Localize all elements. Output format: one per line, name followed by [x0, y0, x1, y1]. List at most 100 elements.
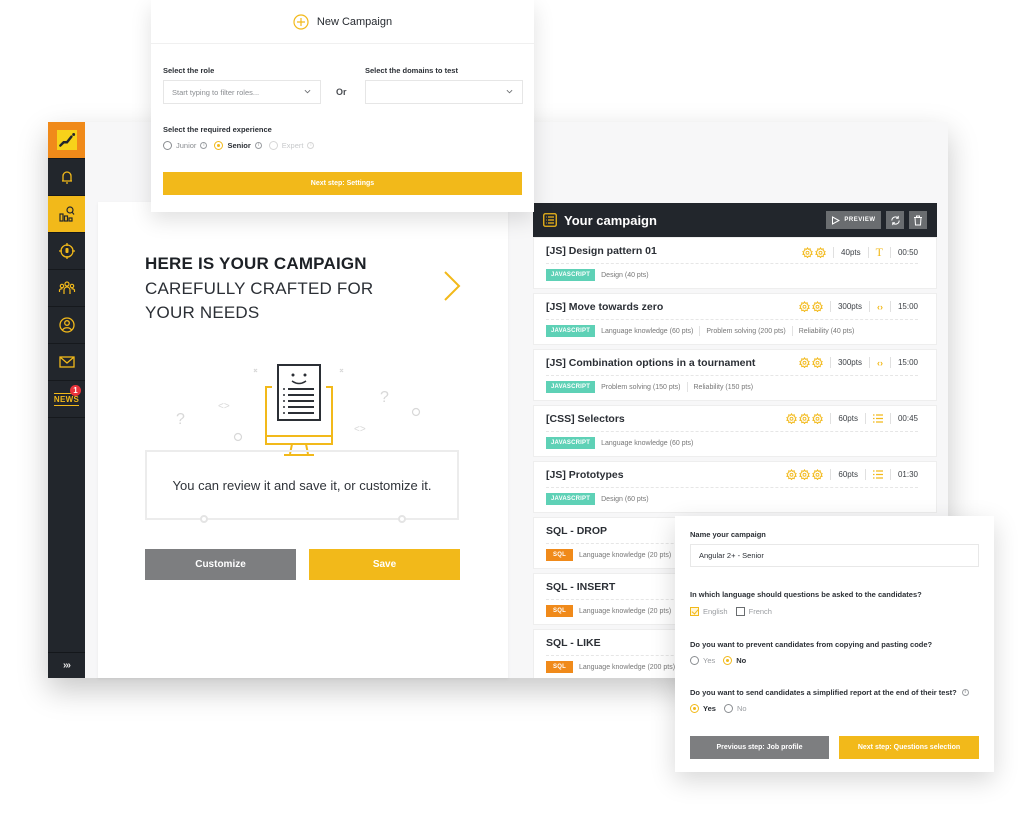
divider — [791, 326, 793, 336]
question-title: [JS] Design pattern 01 — [546, 245, 657, 257]
sidebar-item-messages[interactable] — [48, 344, 85, 381]
question-tags: JAVASCRIPT Problem solving (150 pts) Relia… — [546, 381, 753, 393]
language-options: English French — [690, 607, 780, 616]
sidebar-item-notifications[interactable] — [48, 159, 85, 196]
radio-report-yes[interactable] — [690, 704, 699, 713]
question-card[interactable]: [JS] Combination options in a tournament… — [533, 349, 937, 401]
question-points: 60pts — [838, 470, 858, 479]
divider — [546, 431, 918, 432]
difficulty-icon — [812, 301, 823, 312]
radio-expert[interactable] — [268, 141, 278, 150]
radio-copy-yes[interactable] — [690, 656, 699, 665]
junior-label: Junior — [176, 141, 197, 150]
question-points: 300pts — [837, 358, 862, 367]
language-tag: SQL — [546, 605, 573, 617]
preview-button[interactable]: PREVIEW — [826, 211, 881, 229]
question-title: [CSS] Selectors — [546, 413, 625, 425]
copy-paste-options: Yes No — [690, 656, 754, 665]
info-icon[interactable]: i — [254, 142, 262, 149]
code-icon: ‹› — [876, 357, 883, 368]
sidebar-logo[interactable] — [48, 122, 85, 159]
language-tag: JAVASCRIPT — [546, 325, 596, 337]
radio-copy-no[interactable] — [723, 656, 733, 665]
checkbox-english[interactable] — [690, 607, 699, 616]
sidebar-expand-button[interactable]: ››› — [48, 652, 85, 678]
report-question-row: Do you want to send candidates a simplif… — [690, 688, 976, 697]
svg-text:<>: <> — [218, 401, 230, 412]
campaign-title: Your campaign — [564, 212, 657, 228]
question-tags: JAVASCRIPT Design (60 pts) — [546, 493, 649, 505]
radio-senior[interactable] — [214, 141, 224, 150]
sidebar-item-news[interactable]: NEWS 1 — [48, 381, 85, 418]
question-meta: 60pts 00:45 — [784, 413, 918, 424]
question-card[interactable]: [CSS] Selectors 60pts 00:45 JAVASCRIPT Langu… — [533, 405, 937, 457]
sidebar-item-analytics[interactable] — [48, 196, 85, 233]
info-icon[interactable]: i — [307, 142, 315, 149]
domains-select[interactable] — [365, 80, 523, 104]
next-step-settings-button[interactable]: Next step: Settings — [163, 172, 522, 195]
team-icon — [58, 281, 75, 294]
mail-icon — [58, 356, 75, 368]
info-icon[interactable]: i — [200, 142, 208, 149]
sidebar-item-team[interactable] — [48, 270, 85, 307]
radio-junior[interactable] — [163, 141, 172, 150]
difficulty-icon — [815, 247, 826, 258]
skill-label: Language knowledge (200 pts) — [578, 663, 676, 671]
sidebar-item-target[interactable] — [48, 233, 85, 270]
question-title: SQL - LIKE — [546, 637, 601, 649]
list-icon — [872, 414, 883, 423]
question-card[interactable]: [JS] Design pattern 01 40pts T 00:50 JAVASCR… — [533, 237, 937, 289]
chevron-right-icon[interactable] — [441, 270, 463, 302]
customize-button[interactable]: Customize — [145, 549, 296, 580]
or-label: Or — [336, 87, 347, 97]
english-label: English — [703, 607, 728, 616]
skill-label: Design (60 pts) — [601, 495, 649, 503]
language-tag: JAVASCRIPT — [546, 381, 596, 393]
svg-text:<>: <> — [354, 424, 366, 435]
expert-label: Expert — [281, 141, 304, 150]
language-tag: JAVASCRIPT — [546, 269, 596, 281]
difficulty-icon — [786, 413, 798, 424]
skill-label: Language knowledge (20 pts) — [578, 551, 672, 559]
radio-report-no[interactable] — [723, 704, 733, 713]
question-card[interactable]: [JS] Move towards zero 300pts ‹› 15:00 JAVAS… — [533, 293, 937, 345]
delete-button[interactable] — [909, 211, 927, 229]
question-tags: JAVASCRIPT Language knowledge (60 pts) — [546, 437, 693, 449]
list-icon — [872, 470, 883, 479]
play-icon — [832, 215, 841, 225]
question-tags: JAVASCRIPT Language knowledge (60 pts) Pro… — [546, 325, 854, 337]
refresh-button[interactable] — [886, 211, 904, 229]
domains-label: Select the domains to test — [365, 66, 458, 75]
campaign-name-value: Angular 2+ - Senior — [699, 551, 764, 560]
info-icon[interactable]: i — [961, 689, 969, 696]
skill-label: Problem solving (200 pts) — [706, 327, 786, 335]
report-no-label: No — [736, 704, 747, 713]
role-select[interactable]: Start typing to filter roles... — [163, 80, 321, 104]
campaign-name-input[interactable]: Angular 2+ - Senior — [690, 544, 979, 567]
senior-label: Senior — [227, 141, 251, 150]
question-title: [JS] Move towards zero — [546, 301, 664, 313]
plus-circle-icon — [293, 13, 309, 30]
skill-label: Language knowledge (20 pts) — [578, 607, 672, 615]
new-campaign-title: New Campaign — [316, 15, 393, 28]
campaign-message: You can review it and save it, or custom… — [172, 477, 432, 493]
sidebar-item-profile[interactable] — [48, 307, 85, 344]
checkbox-french[interactable] — [735, 607, 745, 616]
save-button[interactable]: Save — [309, 549, 460, 580]
bell-icon — [61, 171, 72, 184]
skill-label: Language knowledge (60 pts) — [601, 439, 694, 447]
divider — [546, 319, 918, 320]
previous-step-button[interactable]: Previous step: Job profile — [690, 736, 829, 759]
role-label: Select the role — [163, 66, 215, 75]
copy-no-label: No — [736, 656, 747, 665]
report-question: Do you want to send candidates a simplif… — [690, 688, 957, 697]
question-tags: SQL Language knowledge (20 pts) — [546, 605, 671, 617]
question-meta: 300pts ‹› 15:00 — [797, 301, 918, 312]
campaign-summary-card: HERE IS YOUR CAMPAIGN CAREFULLY CRAFTED … — [98, 202, 508, 678]
chevron-down-icon — [304, 89, 311, 94]
question-time: 00:45 — [897, 414, 918, 423]
campaign-name-label: Name your campaign — [690, 530, 766, 539]
language-question: In which language should questions be as… — [690, 590, 922, 599]
next-step-questions-button[interactable]: Next step: Questions selection — [839, 736, 979, 759]
question-card[interactable]: [JS] Prototypes 60pts 01:30 JAVASCRIPT Desig… — [533, 461, 937, 513]
